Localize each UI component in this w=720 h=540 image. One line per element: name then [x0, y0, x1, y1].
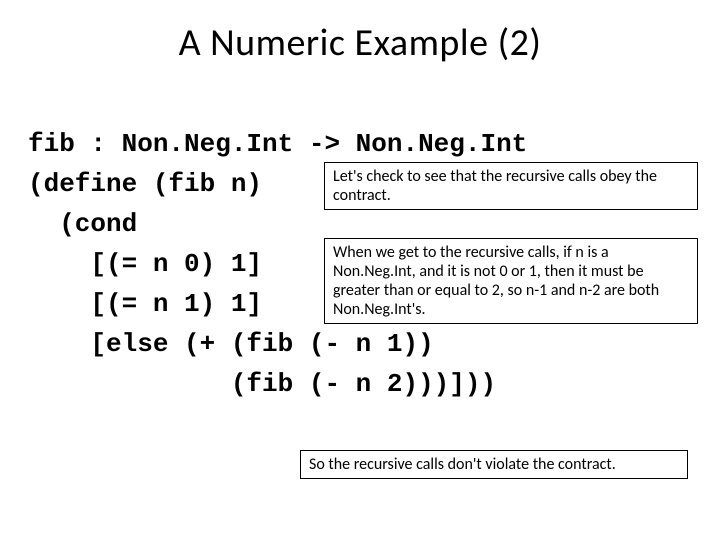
code-line-3: (cond: [28, 209, 137, 239]
callout-conclusion: So the recursive calls don't violate the…: [300, 450, 688, 479]
slide-title: A Numeric Example (2): [0, 20, 720, 66]
callout-check-contract: Let's check to see that the recursive ca…: [324, 162, 698, 210]
slide: A Numeric Example (2) fib : Non.Neg.Int …: [0, 0, 720, 540]
code-line-5: [(= n 1) 1]: [28, 289, 262, 319]
code-line-2: (define (fib n): [28, 169, 262, 199]
callout-recursive-explanation: When we get to the recursive calls, if n…: [324, 238, 698, 324]
code-line-4: [(= n 0) 1]: [28, 249, 262, 279]
code-line-6: [else (+ (fib (- n 1)): [28, 329, 434, 359]
code-line-1: fib : Non.Neg.Int -> Non.Neg.Int: [28, 129, 527, 159]
code-line-7: (fib (- n 2)))])): [28, 369, 496, 399]
